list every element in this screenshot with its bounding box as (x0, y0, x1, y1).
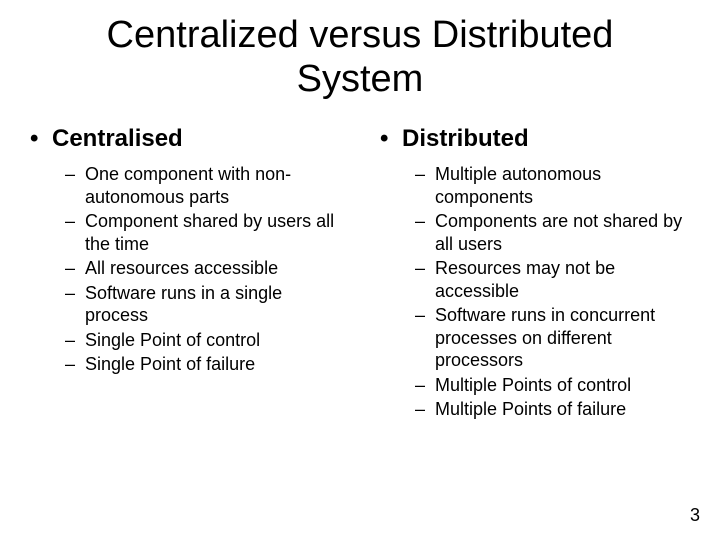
item-text: All resources accessible (85, 257, 278, 280)
item-text: Resources may not be accessible (435, 257, 700, 302)
list-item: – Multiple Points of failure (415, 398, 700, 421)
dash-icon: – (415, 398, 435, 421)
item-text: Component shared by users all the time (85, 210, 350, 255)
bullet-icon: • (380, 125, 402, 153)
list-item: – Multiple autonomous components (415, 163, 700, 208)
list-item: – Software runs in concurrent processes … (415, 304, 700, 372)
item-text: Multiple Points of failure (435, 398, 626, 421)
item-text: Software runs in a single process (85, 282, 350, 327)
right-heading: • Distributed (380, 125, 700, 153)
list-item: – Multiple Points of control (415, 374, 700, 397)
dash-icon: – (415, 210, 435, 233)
item-text: Software runs in concurrent processes on… (435, 304, 700, 372)
item-text: Multiple autonomous components (435, 163, 700, 208)
bullet-icon: • (30, 125, 52, 153)
dash-icon: – (415, 163, 435, 186)
list-item: – Single Point of control (65, 329, 350, 352)
list-item: – One component with non-autonomous part… (65, 163, 350, 208)
list-item: – All resources accessible (65, 257, 350, 280)
item-text: One component with non-autonomous parts (85, 163, 350, 208)
right-column: • Distributed – Multiple autonomous comp… (360, 121, 710, 423)
right-heading-text: Distributed (402, 125, 529, 153)
list-item: – Resources may not be accessible (415, 257, 700, 302)
slide: Centralized versus Distributed System • … (0, 0, 720, 540)
left-list: – One component with non-autonomous part… (65, 163, 350, 376)
dash-icon: – (65, 329, 85, 352)
dash-icon: – (65, 282, 85, 305)
left-heading-text: Centralised (52, 125, 183, 153)
slide-title: Centralized versus Distributed System (0, 0, 720, 111)
list-item: – Component shared by users all the time (65, 210, 350, 255)
item-text: Single Point of failure (85, 353, 255, 376)
item-text: Single Point of control (85, 329, 260, 352)
dash-icon: – (65, 257, 85, 280)
dash-icon: – (65, 353, 85, 376)
dash-icon: – (65, 210, 85, 233)
dash-icon: – (415, 374, 435, 397)
title-line-1: Centralized versus Distributed (107, 14, 614, 56)
left-heading: • Centralised (30, 125, 350, 153)
right-list: – Multiple autonomous components – Compo… (415, 163, 700, 421)
dash-icon: – (415, 257, 435, 280)
dash-icon: – (415, 304, 435, 327)
item-text: Components are not shared by all users (435, 210, 700, 255)
list-item: – Software runs in a single process (65, 282, 350, 327)
title-line-2: System (297, 58, 424, 100)
list-item: – Components are not shared by all users (415, 210, 700, 255)
dash-icon: – (65, 163, 85, 186)
item-text: Multiple Points of control (435, 374, 631, 397)
left-column: • Centralised – One component with non-a… (10, 121, 360, 423)
page-number: 3 (690, 505, 700, 526)
columns: • Centralised – One component with non-a… (0, 111, 720, 423)
list-item: – Single Point of failure (65, 353, 350, 376)
